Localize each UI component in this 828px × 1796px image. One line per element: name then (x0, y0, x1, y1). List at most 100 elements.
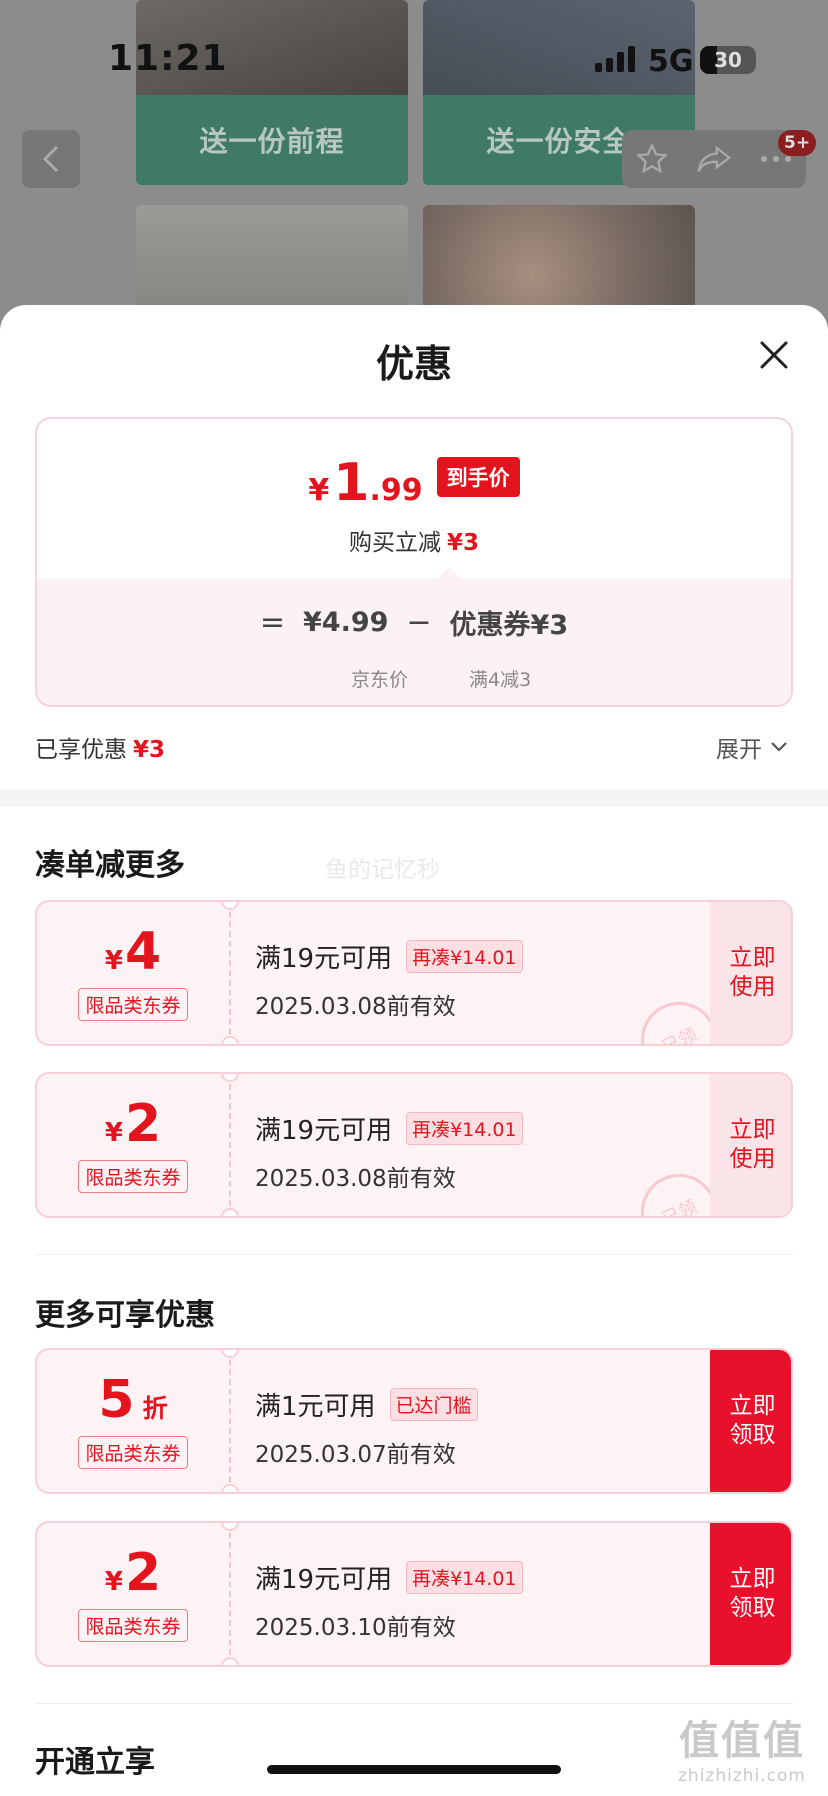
sheet-title: 优惠 (375, 342, 452, 386)
coupon-expiry: 2025.03.10前有效 (255, 1615, 456, 1641)
coupon-value-area: ¥ 2 限品类东券 (37, 1074, 229, 1216)
divider (35, 1254, 793, 1255)
coupon-threshold-tag: 已达门槛 (389, 1388, 478, 1421)
coupon-notch (221, 1036, 239, 1044)
price-integer: 1 (333, 453, 370, 513)
section-title-membership: 开通立享 (35, 1745, 155, 1780)
star-icon[interactable] (635, 142, 669, 176)
coupon-card: ¥ 2 限品类东券 满19元可用 再凑¥14.01 2025.03.08前有效 … (35, 1072, 793, 1218)
coupon-rule-label: 满4减3 (469, 669, 532, 691)
author-watermark: 鱼的记忆秒 (325, 857, 440, 883)
claim-now-label: 立即 领取 (729, 1566, 776, 1621)
coupon-currency: ¥ (104, 945, 123, 976)
coupon-gap-tag: 再凑¥14.01 (406, 1112, 523, 1145)
coupon-details: 满1元可用 已达门槛 2025.03.07前有效 (255, 1386, 478, 1469)
coupon-unit: 折 (142, 1393, 168, 1423)
coupon-condition: 满19元可用 (255, 1565, 393, 1595)
coupon-card: ¥ 4 限品类东券 满19元可用 再凑¥14.01 2025.03.08前有效 … (35, 900, 793, 1046)
coupon-details: 满19元可用 再凑¥14.01 2025.03.08前有效 (255, 938, 523, 1021)
coupon-type-badge: 限品类东券 (78, 1608, 188, 1642)
coupon-divider (229, 902, 231, 1044)
coupon-card: 5 折 限品类东券 满1元可用 已达门槛 2025.03.07前有效 立即 领取 (35, 1348, 793, 1494)
expand-button[interactable]: 展开 (716, 730, 788, 764)
coupon-expiry: 2025.03.08前有效 (255, 1166, 456, 1192)
use-now-button[interactable]: 立即 使用 (710, 902, 791, 1044)
coupon-condition: 满19元可用 (255, 944, 393, 974)
instant-discount-value: ¥3 (446, 530, 479, 556)
battery-level: 30 (714, 48, 742, 72)
discount-sheet: 优惠 ¥ 1 .99 到手价 购买立减 ¥3 = ¥4.99 − 优惠券¥3 京东… (0, 305, 828, 1796)
claim-now-button[interactable]: 立即 领取 (710, 1350, 791, 1492)
coupon-condition: 满1元可用 (255, 1392, 376, 1422)
home-indicator[interactable] (267, 1765, 561, 1774)
site-watermark: 值值值 zhizhizhi.com (678, 1708, 806, 1786)
final-price: ¥ 1 .99 到手价 (37, 457, 791, 509)
divider (35, 1703, 793, 1704)
claim-now-label: 立即 领取 (729, 1393, 776, 1448)
coupon-amount: 优惠券¥3 (449, 610, 569, 641)
breakdown-formula: = ¥4.99 − 优惠券¥3 (37, 603, 791, 642)
chevron-down-icon (771, 742, 787, 752)
coupon-gap-tag: 再凑¥14.01 (406, 940, 523, 973)
site-watermark-url: zhizhizhi.com (678, 1766, 806, 1786)
coupon-details: 满19元可用 再凑¥14.01 2025.03.08前有效 (255, 1110, 523, 1193)
use-now-button[interactable]: 立即 使用 (710, 1074, 791, 1216)
coupon-expiry: 2025.03.08前有效 (255, 994, 456, 1020)
site-watermark-logo: 值值值 (678, 1718, 805, 1764)
coupon-value: 4 (124, 921, 162, 982)
coupon-divider (229, 1350, 231, 1492)
signal-icon (595, 46, 635, 72)
instant-discount: 购买立减 ¥3 (37, 523, 791, 557)
network-type: 5G (648, 44, 694, 79)
coupon-value: 5 (98, 1369, 135, 1430)
instant-discount-label: 购买立减 (348, 530, 441, 556)
use-now-label: 立即 使用 (729, 1117, 776, 1172)
coupon-details: 满19元可用 再凑¥14.01 2025.03.10前有效 (255, 1559, 523, 1642)
claim-now-button[interactable]: 立即 领取 (710, 1523, 791, 1665)
coupon-expiry: 2025.03.07前有效 (255, 1442, 456, 1468)
pointer-notch (437, 567, 461, 579)
coupon-value: 2 (124, 1093, 162, 1154)
status-time: 11:21 (108, 38, 228, 79)
coupon-notch (221, 1657, 239, 1665)
price-currency: ¥ (308, 473, 330, 508)
price-decimal: .99 (369, 473, 423, 508)
close-icon[interactable] (754, 335, 794, 375)
coupon-gap-tag: 再凑¥14.01 (406, 1561, 523, 1594)
final-price-tag: 到手价 (436, 457, 520, 497)
enjoyed-discount: 已享优惠 ¥3 (35, 730, 165, 764)
expand-label: 展开 (716, 737, 762, 763)
coupon-notch (221, 1208, 239, 1216)
coupon-notch (221, 1484, 239, 1492)
jd-price-label: 京东价 (351, 669, 409, 691)
back-button[interactable] (22, 130, 80, 188)
cart-count-badge: 5+ (778, 130, 817, 156)
coupon-card: ¥ 2 限品类东券 满19元可用 再凑¥14.01 2025.03.10前有效 … (35, 1521, 793, 1667)
battery-icon: 30 (700, 46, 756, 74)
coupon-divider (229, 1074, 231, 1216)
share-icon[interactable] (696, 142, 732, 176)
coupon-currency: ¥ (104, 1117, 123, 1148)
coupon-condition: 满19元可用 (255, 1116, 393, 1146)
jd-price: ¥4.99 (303, 607, 389, 638)
section-title-combine-orders: 凑单减更多 (35, 848, 185, 883)
status-bar: 11:21 5G 30 (0, 0, 828, 120)
use-now-label: 立即 使用 (729, 945, 776, 1000)
coupon-type-badge: 限品类东券 (78, 1159, 188, 1193)
equals-sign: = (259, 605, 285, 640)
coupon-value-area: ¥ 2 限品类东券 (37, 1523, 229, 1665)
section-separator (0, 789, 828, 807)
coupon-divider (229, 1523, 231, 1665)
coupon-amount: 5 折 (98, 1374, 167, 1426)
section-title-more-offers: 更多可享优惠 (35, 1298, 215, 1333)
coupon-amount: ¥ 2 (105, 1098, 161, 1150)
price-breakdown: = ¥4.99 − 优惠券¥3 京东价 满4减3 (37, 579, 791, 705)
coupon-value-area: 5 折 限品类东券 (37, 1350, 229, 1492)
coupon-amount: ¥ 4 (105, 926, 161, 978)
enjoyed-label: 已享优惠 (35, 737, 127, 763)
coupon-value-area: ¥ 4 限品类东券 (37, 902, 229, 1044)
price-summary-card: ¥ 1 .99 到手价 购买立减 ¥3 = ¥4.99 − 优惠券¥3 京东价 满… (35, 417, 793, 707)
coupon-value: 2 (124, 1542, 162, 1603)
enjoyed-value: ¥3 (133, 737, 166, 763)
minus-sign: − (406, 605, 432, 640)
